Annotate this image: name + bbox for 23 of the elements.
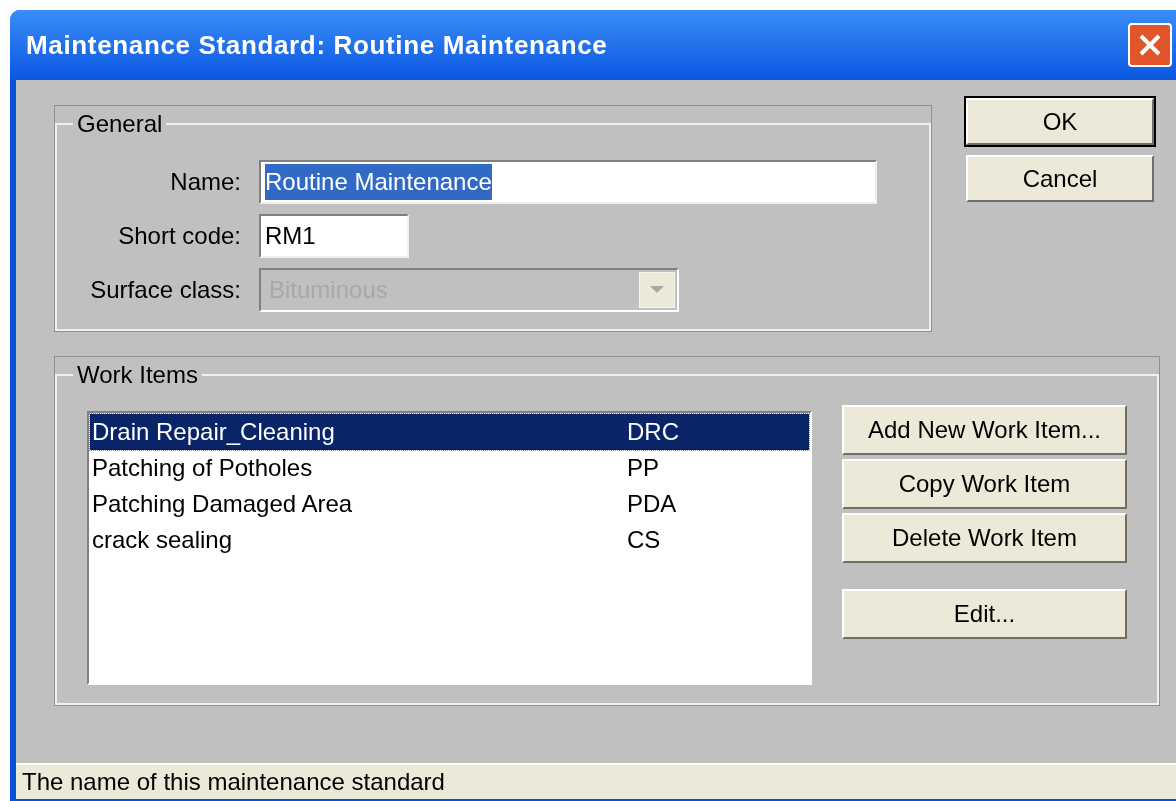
cancel-button[interactable]: Cancel — [966, 155, 1154, 202]
list-row[interactable]: Patching Damaged Area PDA — [90, 486, 809, 522]
close-button[interactable] — [1128, 23, 1172, 67]
field-label: Short code: — [117, 221, 242, 251]
text-field[interactable]: Routine Maintenance — [259, 160, 877, 204]
dropdown-arrow-icon — [639, 272, 675, 308]
field-label: Surface class: — [89, 275, 242, 305]
group-title: Work Items — [76, 360, 199, 390]
list-row[interactable]: Patching of Potholes PP — [90, 450, 809, 486]
window-title: Maintenance Standard: Routine Maintenance — [26, 28, 608, 62]
work-item-button[interactable]: Delete Work Item — [842, 513, 1127, 563]
work-items-list[interactable]: Drain Repair_Cleaning DRC Patching of Potholes PP Patching Damaged Area PDA crack sealing CS — [87, 411, 812, 685]
field-label: Name: — [169, 167, 242, 197]
list-row[interactable]: Drain Repair_Cleaning DRC — [90, 414, 809, 450]
work-item-button[interactable]: Add New Work Item... — [842, 405, 1127, 455]
list-row[interactable]: crack sealing CS — [90, 522, 809, 558]
text-field[interactable]: RM1 — [259, 214, 409, 258]
group-title: General — [76, 109, 164, 139]
close-icon — [1137, 32, 1163, 58]
work-item-button[interactable]: Edit... — [842, 589, 1127, 639]
work-item-button[interactable]: Copy Work Item — [842, 459, 1127, 509]
ok-button[interactable]: OK — [966, 98, 1154, 145]
status-text: The name of this maintenance standard — [22, 767, 445, 797]
